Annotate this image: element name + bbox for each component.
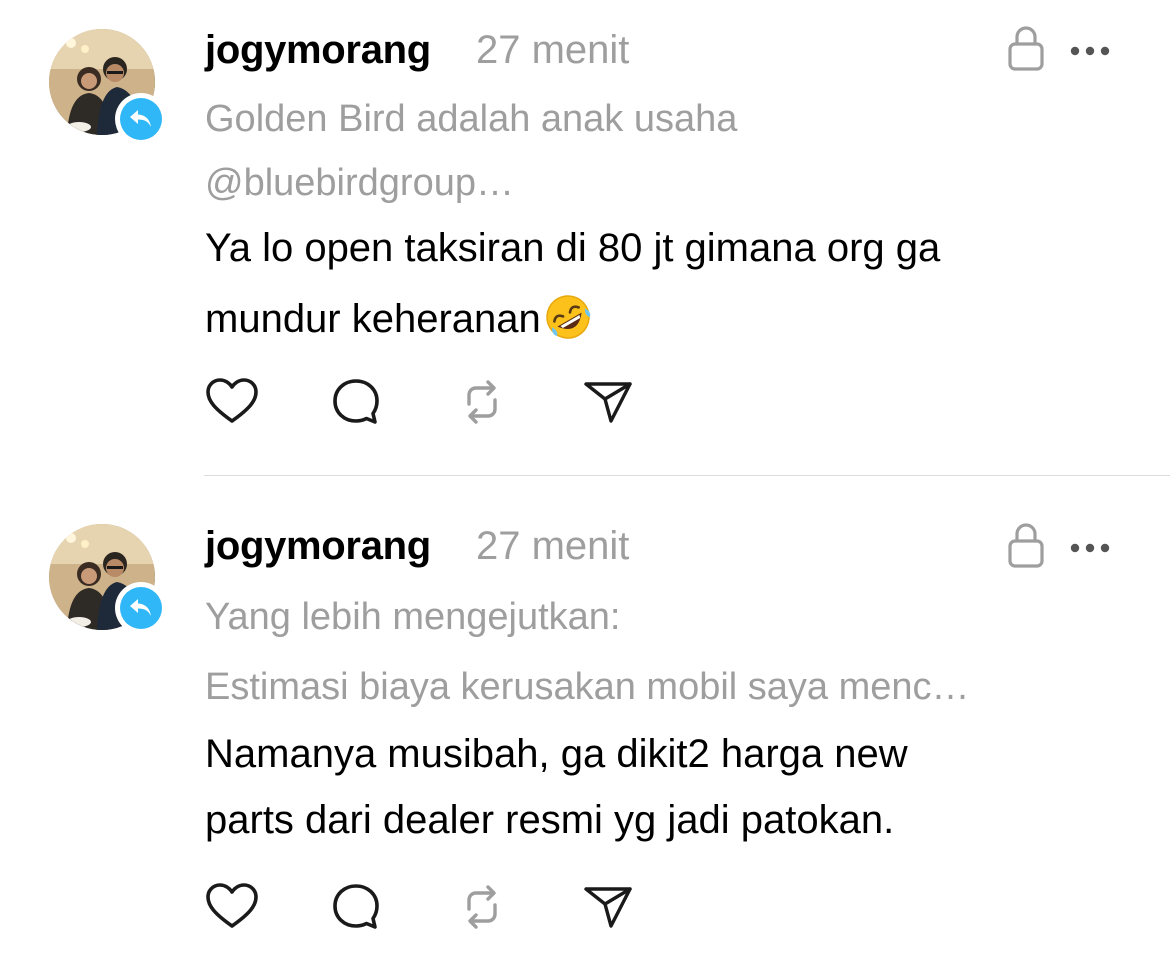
quoted-text-line[interactable]: Estimasi biaya kerusakan mobil saya menc… — [205, 666, 970, 709]
lock-icon — [1008, 26, 1044, 71]
heart-icon[interactable] — [205, 882, 259, 932]
timestamp: 27 menit — [476, 28, 630, 72]
quoted-text-line[interactable]: @bluebirdgroup… — [205, 162, 514, 205]
username[interactable]: jogymorang — [205, 28, 431, 73]
more-dots-icon[interactable] — [1068, 541, 1112, 555]
reply-arrow-icon — [130, 110, 151, 127]
post-body-line: mundur keheranan — [205, 292, 593, 342]
reply-badge — [115, 582, 167, 634]
thread-post: jogymorang 27 menit Yang lebih mengejutk… — [0, 476, 1170, 968]
more-dots-icon[interactable] — [1068, 44, 1112, 58]
lock-icon — [1008, 523, 1044, 568]
timestamp: 27 menit — [476, 524, 630, 568]
comment-bubble-icon[interactable] — [329, 377, 383, 427]
heart-icon[interactable] — [205, 377, 259, 427]
post-body-text: mundur keheranan — [205, 297, 541, 341]
post-body-line: parts dari dealer resmi yg jadi patokan. — [205, 798, 895, 842]
post-body-line: Namanya musibah, ga dikit2 harga new — [205, 732, 908, 776]
username[interactable]: jogymorang — [205, 524, 431, 569]
reply-arrow-icon — [130, 599, 151, 616]
comment-bubble-icon[interactable] — [329, 882, 383, 932]
repost-icon[interactable] — [455, 882, 509, 932]
rolling-on-floor-laughing-emoji — [546, 295, 590, 339]
post-body-line: Ya lo open taksiran di 80 jt gimana org … — [205, 226, 941, 270]
thread-post: jogymorang 27 menit Golden Bird adalah a… — [0, 0, 1170, 476]
repost-icon[interactable] — [455, 377, 509, 427]
reply-badge — [115, 93, 167, 145]
share-send-icon[interactable] — [581, 377, 635, 427]
quoted-text-line[interactable]: Yang lebih mengejutkan: — [205, 596, 620, 639]
quoted-text-line[interactable]: Golden Bird adalah anak usaha — [205, 98, 737, 141]
share-send-icon[interactable] — [581, 882, 635, 932]
